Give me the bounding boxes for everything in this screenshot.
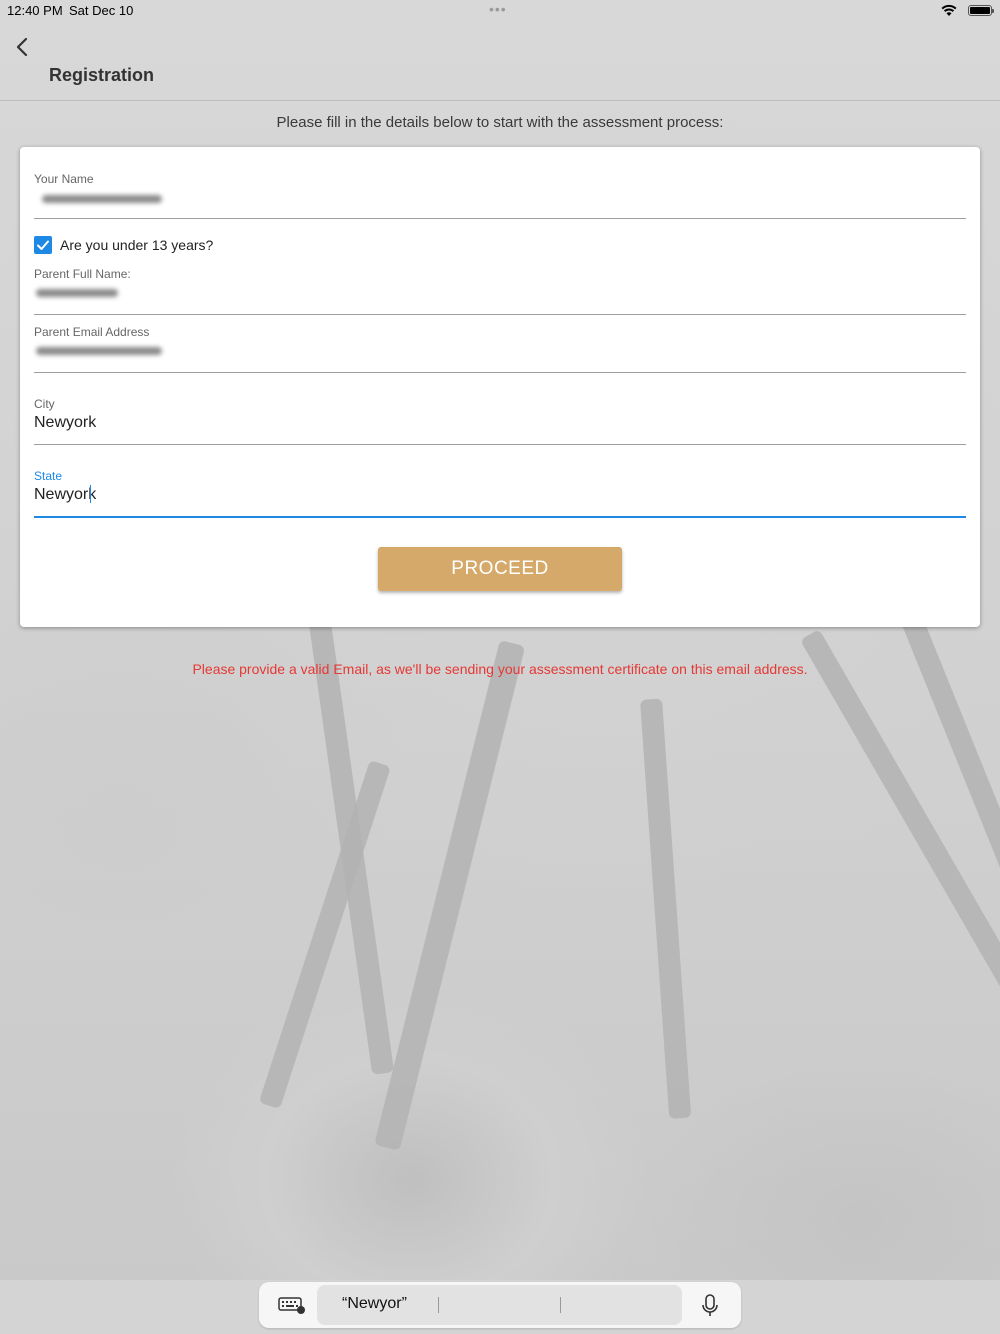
suggestion-divider: [438, 1297, 439, 1313]
multitasking-dots[interactable]: •••: [489, 1, 507, 17]
parent-email-field[interactable]: Parent Email Address: [34, 325, 966, 373]
state-value: Newyork: [34, 486, 97, 503]
parent-email-label: Parent Email Address: [34, 325, 150, 339]
instructions-text: Please fill in the details below to star…: [276, 114, 724, 131]
suggestion-divider: [560, 1297, 561, 1313]
battery-icon: [968, 5, 994, 16]
your-name-label: Your Name: [34, 172, 94, 186]
registration-card: Your Name Are you under 13 years? Parent…: [20, 147, 980, 627]
city-label: City: [34, 397, 55, 411]
parent-email-redacted-value: [36, 347, 162, 355]
wifi-icon: [941, 4, 957, 16]
text-cursor: [90, 485, 91, 503]
nav-header: Registration: [0, 22, 1000, 101]
under-13-label: Are you under 13 years?: [60, 237, 214, 253]
suggestion-text: “Newyor”: [342, 1295, 407, 1312]
proceed-button[interactable]: PROCEED: [378, 547, 622, 591]
email-warning: Please provide a valid Email, as we'll b…: [192, 661, 808, 677]
parent-full-name-label: Parent Full Name:: [34, 267, 131, 281]
city-field[interactable]: City Newyork: [34, 397, 966, 445]
status-time: 12:40 PM: [7, 3, 63, 18]
state-field[interactable]: State Newyork: [34, 469, 966, 518]
chevron-left-icon[interactable]: [10, 34, 36, 60]
your-name-redacted-value: [42, 195, 162, 203]
predictive-suggestion[interactable]: “Newyor”: [317, 1285, 682, 1325]
status-date: Sat Dec 10: [69, 3, 134, 18]
city-value: Newyork: [34, 414, 97, 431]
parent-full-name-field[interactable]: Parent Full Name:: [34, 267, 966, 315]
state-label: State: [34, 469, 63, 483]
status-bar: 12:40 PM Sat Dec 10 •••: [0, 0, 1000, 22]
under-13-checkbox[interactable]: [34, 236, 52, 254]
checkmark-icon: [37, 240, 49, 250]
your-name-field[interactable]: Your Name: [34, 171, 966, 219]
parent-full-name-redacted-value: [36, 289, 118, 297]
microphone-icon[interactable]: [701, 1294, 719, 1318]
page-title: Registration: [49, 65, 155, 85]
keyboard-icon[interactable]: [278, 1296, 306, 1314]
